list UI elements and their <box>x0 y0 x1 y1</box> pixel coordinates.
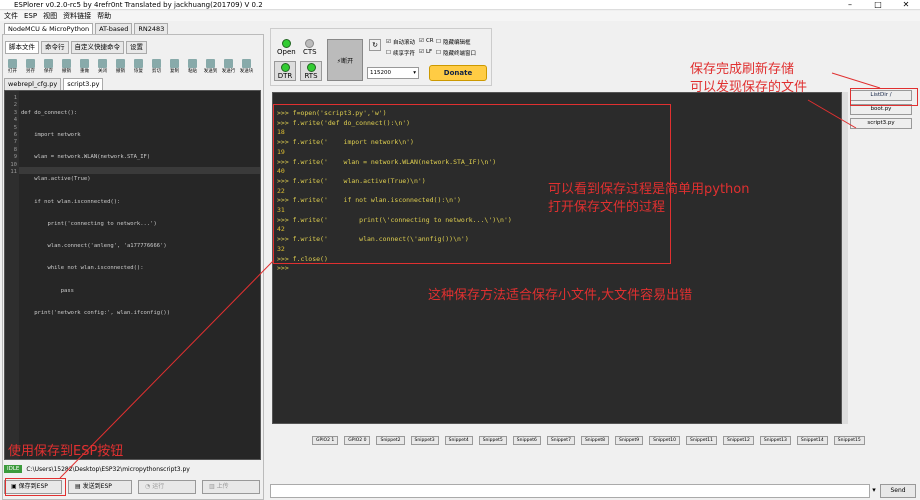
annotation-save-refresh-2: 可以发现保存的文件 <box>690 80 808 95</box>
annotation-process-2: 打开保存文件的过程 <box>548 200 666 215</box>
arrow-to-listdir <box>831 72 881 89</box>
annotation-process-1: 可以看到保存过程是简单用python <box>548 182 750 197</box>
arrow-to-script3 <box>807 99 857 129</box>
annotation-use-save: 使用保存到ESP按钮 <box>8 444 124 459</box>
annotation-save-refresh-1: 保存完成刷新存储 <box>690 62 795 77</box>
annotation-note: 这种保存方法适合保存小文件,大文件容易出错 <box>428 288 693 303</box>
